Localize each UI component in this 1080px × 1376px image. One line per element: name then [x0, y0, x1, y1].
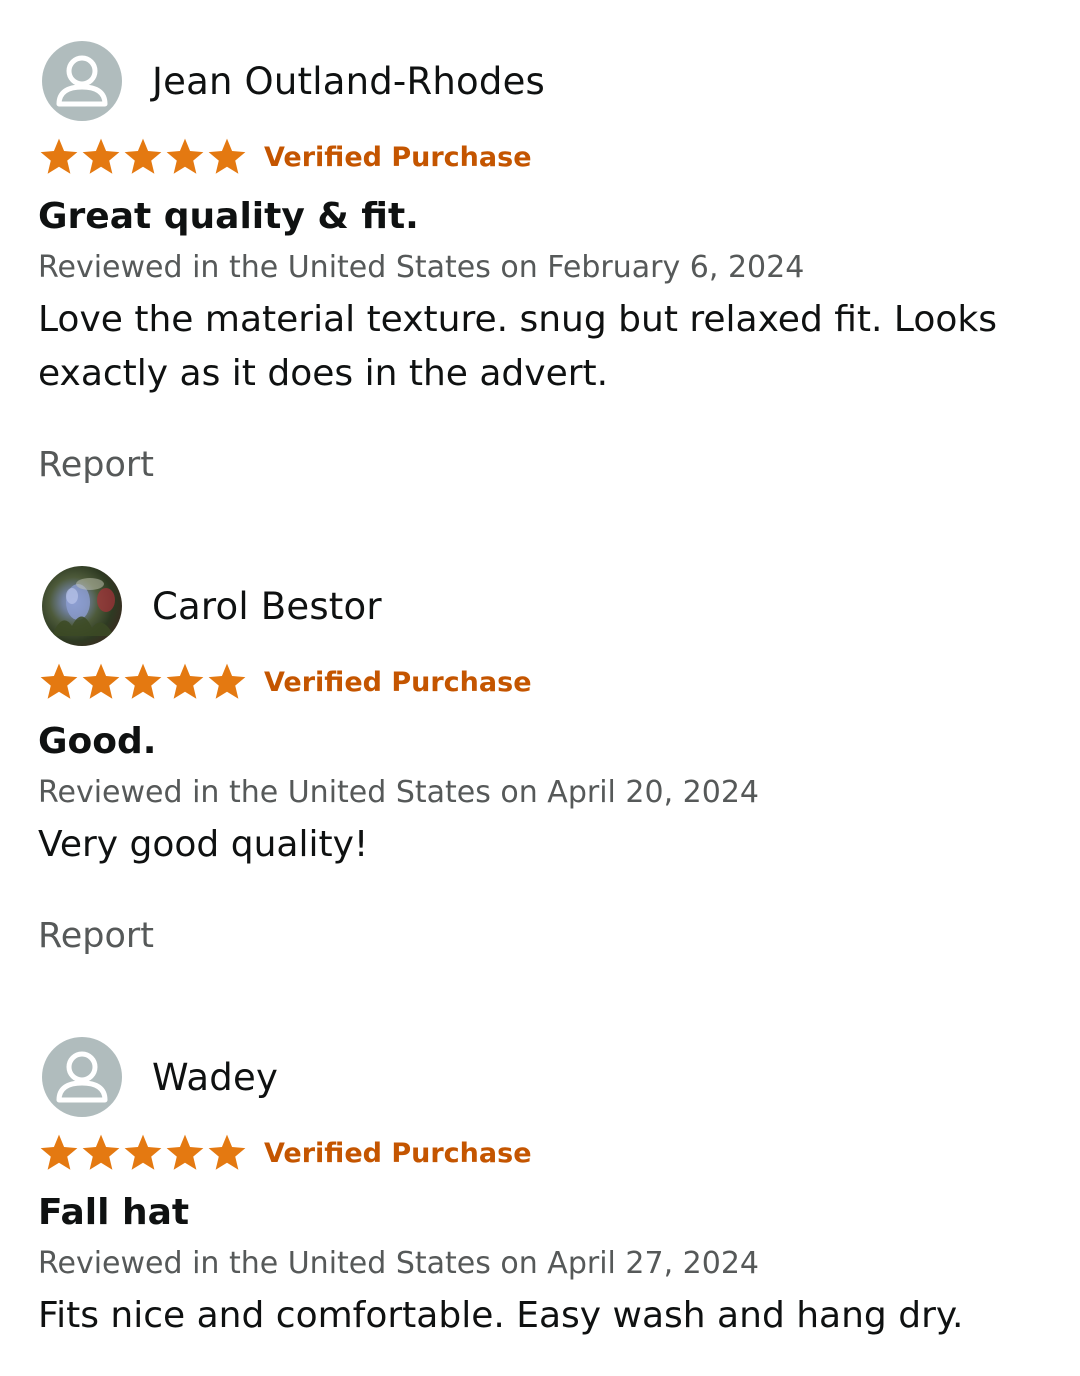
star-icon: [208, 138, 246, 174]
star-icon: [40, 138, 78, 174]
review-card: Carol Bestor Verified Purchase Good. Rev…: [38, 566, 1038, 958]
verified-purchase-badge: Verified Purchase: [264, 1137, 532, 1169]
star-icon: [40, 1134, 78, 1170]
profile-photo: [42, 566, 122, 646]
reviewer-name: Carol Bestor: [152, 584, 382, 628]
verified-purchase-badge: Verified Purchase: [264, 666, 532, 698]
star-icon: [166, 1134, 204, 1170]
star-icon: [124, 663, 162, 699]
report-link[interactable]: Report: [38, 914, 154, 958]
verified-purchase-badge: Verified Purchase: [264, 141, 532, 173]
star-rating[interactable]: [38, 136, 248, 178]
review-title: Great quality & fit.: [38, 196, 419, 237]
review-body: Fits nice and comfortable. Easy wash and…: [38, 1295, 964, 1336]
star-icon: [166, 663, 204, 699]
star-icon: [166, 138, 204, 174]
star-icon: [40, 663, 78, 699]
review-date: Reviewed in the United States on April 2…: [38, 775, 760, 810]
review-body: Love the material texture. snug but rela…: [38, 299, 998, 394]
review-date: Reviewed in the United States on Februar…: [38, 250, 805, 285]
review-body: Very good quality!: [38, 824, 369, 865]
star-icon: [82, 663, 120, 699]
star-icon: [124, 138, 162, 174]
reviewer-name: Jean Outland-Rhodes: [152, 59, 546, 103]
review-card: Wadey Verified Purchase Fall hat Reviewe…: [38, 1037, 1038, 1343]
report-link[interactable]: Report: [38, 443, 154, 487]
review-card: Jean Outland-Rhodes Verified Purchase Gr…: [38, 41, 1038, 487]
star-rating[interactable]: [38, 1132, 248, 1174]
star-rating[interactable]: [38, 661, 248, 703]
review-date: Reviewed in the United States on April 2…: [38, 1246, 760, 1281]
reviewer-profile[interactable]: Jean Outland-Rhodes: [38, 41, 1038, 121]
review-title: Good.: [38, 721, 157, 762]
star-icon: [208, 1134, 246, 1170]
star-icon: [82, 1134, 120, 1170]
star-icon: [82, 138, 120, 174]
review-title: Fall hat: [38, 1192, 190, 1233]
reviewer-profile[interactable]: Wadey: [38, 1037, 1038, 1117]
reviewer-profile[interactable]: Carol Bestor: [38, 566, 1038, 646]
star-icon: [208, 663, 246, 699]
default-user-icon: [42, 1037, 122, 1117]
star-icon: [124, 1134, 162, 1170]
reviewer-name: Wadey: [152, 1055, 279, 1099]
default-user-icon: [42, 41, 122, 121]
